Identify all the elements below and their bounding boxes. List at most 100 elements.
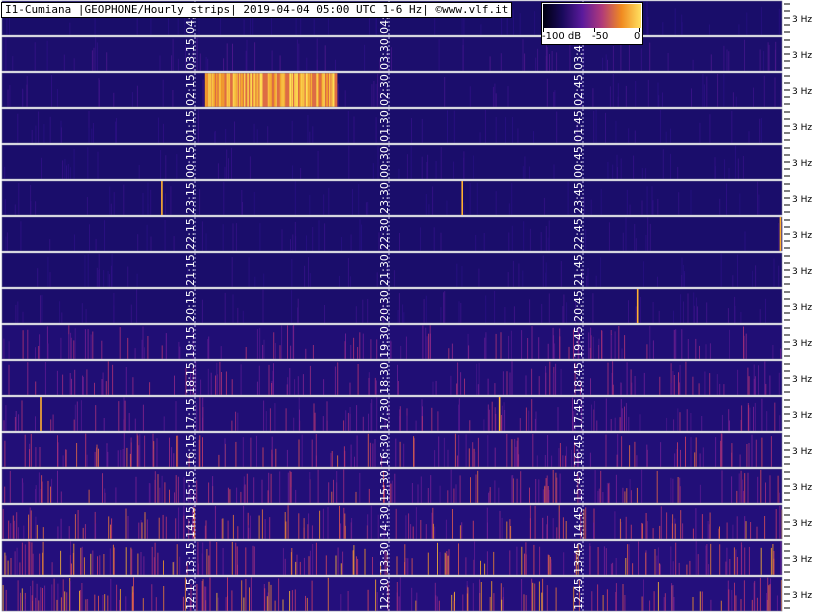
strip-texture-line <box>157 552 159 575</box>
strip-texture-line <box>371 84 373 107</box>
strip-texture-line <box>271 449 273 467</box>
strip-texture-line <box>760 6 762 36</box>
strip-texture-line <box>136 273 138 287</box>
strip-texture-line <box>542 517 544 539</box>
strip-texture-line <box>36 583 38 611</box>
strip-texture-line <box>104 220 105 251</box>
strip-texture-line <box>2 585 4 611</box>
strip-texture-line <box>113 192 115 215</box>
strip-texture-line <box>324 45 326 71</box>
strip-texture-line <box>588 332 590 359</box>
strip-texture-line <box>208 336 210 359</box>
strip-texture-line <box>720 253 722 287</box>
strip-texture-line <box>509 550 511 575</box>
strip-texture-line <box>721 470 723 503</box>
strip-texture-line <box>17 527 19 539</box>
strip-texture-line <box>760 117 762 143</box>
strip-texture-line <box>7 89 9 107</box>
strip-texture-line <box>140 552 142 575</box>
strip-texture-line <box>427 488 429 503</box>
strip-texture-line <box>207 339 209 359</box>
strip-texture-line <box>110 203 112 215</box>
strip-texture-line <box>347 111 349 143</box>
strip-texture-line <box>447 490 449 503</box>
strip-texture-line <box>678 562 680 575</box>
strip-texture-line <box>4 199 6 215</box>
strip-texture-line <box>511 225 513 251</box>
strip-texture-line <box>357 558 359 575</box>
time-label: 23:45 <box>572 182 585 214</box>
strip-texture-line <box>542 489 544 503</box>
time-label: 18:30 <box>378 362 391 394</box>
strip-texture-line <box>137 553 139 575</box>
time-label: 23:30 <box>378 182 391 214</box>
spectrogram-figure: 04:1504:3004:453 Hz03:1503:3003:453 Hz02… <box>0 0 820 614</box>
strip-texture-line <box>32 553 34 575</box>
strip-texture-line <box>356 435 358 467</box>
strip-texture-line <box>405 336 407 359</box>
strip-texture-line <box>555 587 557 611</box>
strip-texture-line <box>695 508 697 539</box>
strip-texture-line <box>622 232 624 251</box>
strip-texture-line <box>487 435 489 467</box>
strip-texture-line <box>165 516 167 539</box>
strip-texture-line <box>597 547 599 575</box>
strip-texture-line <box>104 488 106 503</box>
strip-texture-line <box>764 516 766 539</box>
strip-texture-line <box>298 513 300 539</box>
strip-texture-line <box>353 116 355 143</box>
strip-texture-line <box>132 592 134 611</box>
strip-texture-line <box>337 83 339 107</box>
strip-texture-line <box>205 57 207 71</box>
strip-texture-line <box>622 584 624 611</box>
colorbar: -100 dB -50 0 <box>541 2 643 45</box>
strip-texture-line <box>718 528 720 539</box>
strip-texture-line <box>605 112 606 143</box>
strip-texture-line <box>124 400 126 431</box>
strip-texture-line <box>199 53 201 71</box>
strip-texture-line <box>247 525 249 539</box>
strip-texture-line <box>349 382 351 395</box>
strip-texture-line <box>606 589 608 611</box>
strip-texture-line <box>103 270 105 287</box>
strip-texture-line <box>547 515 548 539</box>
strip-texture-line <box>82 377 84 395</box>
strip-texture-line <box>773 258 775 287</box>
strip-texture-line <box>136 85 138 107</box>
strip-texture-line <box>759 577 761 611</box>
strip-texture-line <box>229 489 231 503</box>
strip-texture-line <box>140 520 142 539</box>
strip-texture-line <box>780 541 782 575</box>
strip-texture-line <box>172 90 174 107</box>
strip-texture-line <box>690 189 692 215</box>
strip-texture-line <box>216 362 218 395</box>
strip-texture-line <box>201 553 203 575</box>
strip-texture-line <box>658 310 660 323</box>
strip-texture-line <box>161 475 163 503</box>
strip-texture-line <box>92 331 94 359</box>
strip-texture-line <box>546 78 548 107</box>
strip-texture-line <box>479 132 481 143</box>
strip-texture-line <box>159 55 161 71</box>
strip-texture-line <box>670 128 671 143</box>
strip-burst-line <box>256 73 258 107</box>
strip-texture-line <box>477 470 479 503</box>
strip-texture-line <box>733 547 735 575</box>
strip-texture-line <box>484 337 486 359</box>
strip-texture-line <box>489 596 491 611</box>
strip-texture-line <box>687 339 689 359</box>
time-label: 02:15 <box>184 74 197 106</box>
strip-texture-line <box>86 454 88 467</box>
strip-texture-line <box>679 412 681 431</box>
strip-texture-line <box>740 470 742 503</box>
strip-texture-line <box>670 546 672 575</box>
strip-texture-line <box>312 345 314 359</box>
strip-texture-line <box>591 591 593 611</box>
strip-texture-line <box>98 448 99 467</box>
strip-texture-line <box>514 438 516 467</box>
strip-texture-line <box>731 590 733 611</box>
strip-texture-line <box>529 228 531 251</box>
strip-texture-line <box>2 508 4 539</box>
strip-texture-line <box>516 440 518 467</box>
strip-texture-line <box>207 58 209 71</box>
